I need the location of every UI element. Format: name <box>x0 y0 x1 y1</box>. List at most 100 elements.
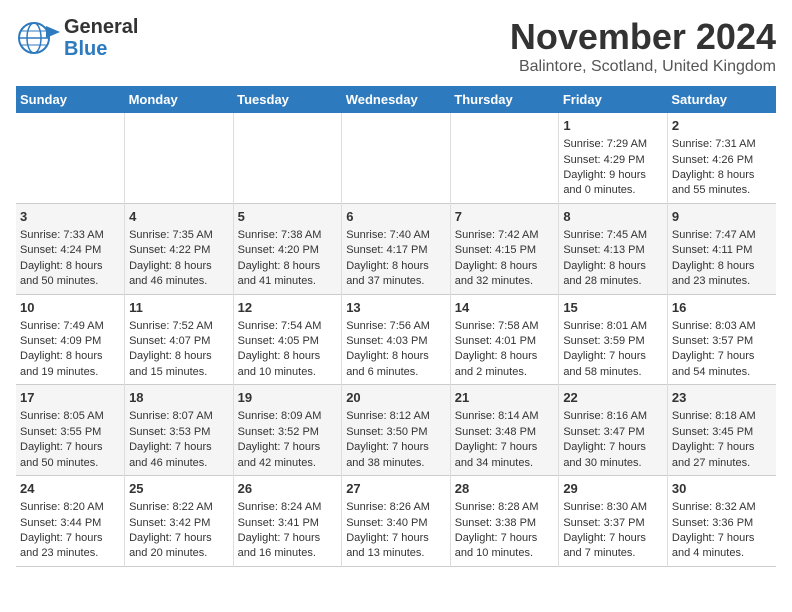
sunrise-text: Sunrise: 7:47 AM <box>672 228 772 243</box>
sunset-text: Sunset: 4:26 PM <box>672 153 772 168</box>
sunrise-text: Sunrise: 8:28 AM <box>455 500 555 515</box>
page-title: November 2024 <box>510 16 776 58</box>
calendar-cell: 12Sunrise: 7:54 AMSunset: 4:05 PMDayligh… <box>233 294 342 385</box>
calendar-cell: 3Sunrise: 7:33 AMSunset: 4:24 PMDaylight… <box>16 203 125 294</box>
daylight-text: Daylight: 7 hours and 54 minutes. <box>672 349 772 380</box>
sunset-text: Sunset: 3:37 PM <box>563 516 663 531</box>
sunset-text: Sunset: 4:03 PM <box>346 334 446 349</box>
sunset-text: Sunset: 4:07 PM <box>129 334 229 349</box>
daylight-text: Daylight: 8 hours and 2 minutes. <box>455 349 555 380</box>
sunset-text: Sunset: 3:53 PM <box>129 425 229 440</box>
day-number: 2 <box>672 117 772 135</box>
daylight-text: Daylight: 8 hours and 55 minutes. <box>672 168 772 199</box>
sunrise-text: Sunrise: 8:12 AM <box>346 409 446 424</box>
sunrise-text: Sunrise: 7:52 AM <box>129 319 229 334</box>
sunrise-text: Sunrise: 8:26 AM <box>346 500 446 515</box>
header-tuesday: Tuesday <box>233 86 342 113</box>
daylight-text: Daylight: 8 hours and 19 minutes. <box>20 349 120 380</box>
header-wednesday: Wednesday <box>342 86 451 113</box>
calendar-cell <box>125 113 234 203</box>
day-number: 17 <box>20 389 120 407</box>
day-number: 14 <box>455 299 555 317</box>
day-number: 5 <box>238 208 338 226</box>
sunrise-text: Sunrise: 7:33 AM <box>20 228 120 243</box>
sunset-text: Sunset: 4:13 PM <box>563 243 663 258</box>
day-number: 11 <box>129 299 229 317</box>
sunset-text: Sunset: 4:09 PM <box>20 334 120 349</box>
daylight-text: Daylight: 7 hours and 4 minutes. <box>672 531 772 562</box>
sunset-text: Sunset: 4:05 PM <box>238 334 338 349</box>
day-number: 7 <box>455 208 555 226</box>
calendar-cell: 8Sunrise: 7:45 AMSunset: 4:13 PMDaylight… <box>559 203 668 294</box>
sunrise-text: Sunrise: 7:58 AM <box>455 319 555 334</box>
day-number: 15 <box>563 299 663 317</box>
daylight-text: Daylight: 8 hours and 46 minutes. <box>129 259 229 290</box>
sunset-text: Sunset: 4:20 PM <box>238 243 338 258</box>
sunset-text: Sunset: 4:11 PM <box>672 243 772 258</box>
sunrise-text: Sunrise: 7:35 AM <box>129 228 229 243</box>
day-number: 30 <box>672 480 772 498</box>
day-number: 13 <box>346 299 446 317</box>
sunrise-text: Sunrise: 7:29 AM <box>563 137 663 152</box>
day-number: 9 <box>672 208 772 226</box>
day-number: 12 <box>238 299 338 317</box>
page-header: General Blue November 2024 Balintore, Sc… <box>16 16 776 76</box>
calendar-cell: 11Sunrise: 7:52 AMSunset: 4:07 PMDayligh… <box>125 294 234 385</box>
calendar-cell: 16Sunrise: 8:03 AMSunset: 3:57 PMDayligh… <box>667 294 776 385</box>
daylight-text: Daylight: 8 hours and 28 minutes. <box>563 259 663 290</box>
calendar-table: SundayMondayTuesdayWednesdayThursdayFrid… <box>16 86 776 567</box>
sunrise-text: Sunrise: 8:24 AM <box>238 500 338 515</box>
sunrise-text: Sunrise: 8:07 AM <box>129 409 229 424</box>
page-subtitle: Balintore, Scotland, United Kingdom <box>510 58 776 76</box>
sunset-text: Sunset: 3:40 PM <box>346 516 446 531</box>
day-number: 10 <box>20 299 120 317</box>
sunset-text: Sunset: 3:55 PM <box>20 425 120 440</box>
sunrise-text: Sunrise: 8:03 AM <box>672 319 772 334</box>
calendar-cell: 9Sunrise: 7:47 AMSunset: 4:11 PMDaylight… <box>667 203 776 294</box>
sunrise-text: Sunrise: 7:54 AM <box>238 319 338 334</box>
logo-line2: Blue <box>64 38 138 60</box>
logo-line1: General <box>64 16 138 38</box>
sunrise-text: Sunrise: 7:40 AM <box>346 228 446 243</box>
daylight-text: Daylight: 7 hours and 38 minutes. <box>346 440 446 471</box>
daylight-text: Daylight: 7 hours and 46 minutes. <box>129 440 229 471</box>
calendar-cell <box>233 113 342 203</box>
daylight-text: Daylight: 7 hours and 30 minutes. <box>563 440 663 471</box>
header-friday: Friday <box>559 86 668 113</box>
sunrise-text: Sunrise: 7:45 AM <box>563 228 663 243</box>
sunset-text: Sunset: 3:52 PM <box>238 425 338 440</box>
header-sunday: Sunday <box>16 86 125 113</box>
calendar-cell: 17Sunrise: 8:05 AMSunset: 3:55 PMDayligh… <box>16 385 125 476</box>
calendar-cell: 19Sunrise: 8:09 AMSunset: 3:52 PMDayligh… <box>233 385 342 476</box>
calendar-cell: 10Sunrise: 7:49 AMSunset: 4:09 PMDayligh… <box>16 294 125 385</box>
calendar-cell: 13Sunrise: 7:56 AMSunset: 4:03 PMDayligh… <box>342 294 451 385</box>
day-number: 25 <box>129 480 229 498</box>
daylight-text: Daylight: 7 hours and 50 minutes. <box>20 440 120 471</box>
logo-icon <box>16 20 60 56</box>
day-number: 20 <box>346 389 446 407</box>
calendar-cell: 23Sunrise: 8:18 AMSunset: 3:45 PMDayligh… <box>667 385 776 476</box>
daylight-text: Daylight: 7 hours and 13 minutes. <box>346 531 446 562</box>
logo: General Blue <box>16 16 138 60</box>
calendar-week-row: 10Sunrise: 7:49 AMSunset: 4:09 PMDayligh… <box>16 294 776 385</box>
daylight-text: Daylight: 8 hours and 50 minutes. <box>20 259 120 290</box>
daylight-text: Daylight: 7 hours and 27 minutes. <box>672 440 772 471</box>
day-number: 18 <box>129 389 229 407</box>
calendar-cell: 25Sunrise: 8:22 AMSunset: 3:42 PMDayligh… <box>125 476 234 567</box>
day-number: 29 <box>563 480 663 498</box>
sunset-text: Sunset: 3:38 PM <box>455 516 555 531</box>
sunset-text: Sunset: 4:15 PM <box>455 243 555 258</box>
header-monday: Monday <box>125 86 234 113</box>
sunrise-text: Sunrise: 8:32 AM <box>672 500 772 515</box>
calendar-cell: 1Sunrise: 7:29 AMSunset: 4:29 PMDaylight… <box>559 113 668 203</box>
sunrise-text: Sunrise: 8:09 AM <box>238 409 338 424</box>
calendar-cell <box>16 113 125 203</box>
day-number: 3 <box>20 208 120 226</box>
calendar-cell: 30Sunrise: 8:32 AMSunset: 3:36 PMDayligh… <box>667 476 776 567</box>
calendar-cell: 2Sunrise: 7:31 AMSunset: 4:26 PMDaylight… <box>667 113 776 203</box>
daylight-text: Daylight: 7 hours and 20 minutes. <box>129 531 229 562</box>
calendar-cell: 15Sunrise: 8:01 AMSunset: 3:59 PMDayligh… <box>559 294 668 385</box>
day-number: 1 <box>563 117 663 135</box>
daylight-text: Daylight: 7 hours and 7 minutes. <box>563 531 663 562</box>
calendar-week-row: 24Sunrise: 8:20 AMSunset: 3:44 PMDayligh… <box>16 476 776 567</box>
